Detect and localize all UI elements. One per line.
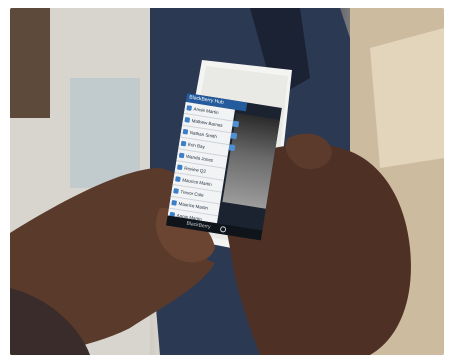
window-pane: [70, 78, 140, 188]
message-icon: [176, 164, 183, 171]
wall-highlight: [370, 28, 444, 168]
list-item-label: Annie Martin: [193, 106, 219, 116]
list-item-label: Trevor Cole: [180, 189, 204, 198]
list-item-label: Maurice Martin: [181, 177, 213, 187]
list-item-label: Review Q2: [183, 165, 207, 174]
message-icon: [171, 199, 178, 206]
bbm-icon: [230, 132, 238, 140]
message-icon: [178, 152, 185, 159]
search-icon: [219, 225, 227, 233]
message-icon: [182, 128, 189, 135]
email-icon: [232, 120, 240, 128]
photo-scene: BlackBerry Hub Annie Martin Mathew Barne…: [10, 8, 444, 355]
list-item-label: Nathan Smith: [189, 129, 218, 140]
calendar-icon: [228, 144, 236, 152]
person-left-shoulder: [10, 8, 50, 118]
message-icon: [184, 117, 191, 123]
list-item-label: Wanda Jones: [185, 153, 214, 163]
brand-label: BlackBerry: [186, 220, 211, 231]
list-item-label: Mathew Barnes: [191, 118, 224, 128]
list-item-label: Erin Bay: [187, 141, 206, 150]
message-icon: [180, 140, 187, 147]
message-icon: [175, 176, 181, 182]
message-icon: [186, 105, 193, 111]
list-item-label: Maurice Martin: [178, 201, 209, 211]
message-icon: [173, 188, 179, 194]
